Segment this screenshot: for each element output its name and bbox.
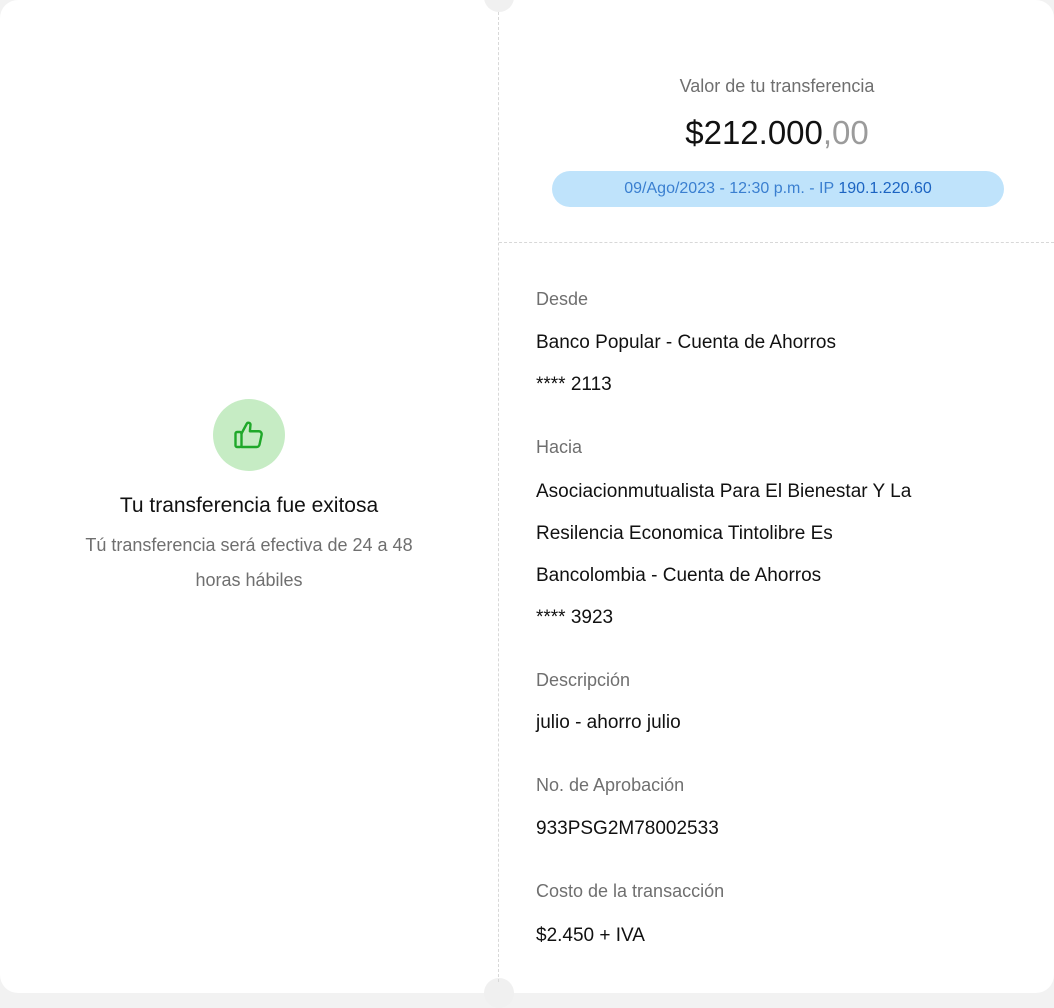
- success-subtitle-line: horas hábiles: [195, 570, 303, 590]
- description-value: julio - ahorro julio: [536, 712, 681, 733]
- amount-integer: $212.000: [685, 114, 823, 151]
- transfer-meta-badge: 09/Ago/2023 - 12:30 p.m. - IP 190.1.220.…: [552, 171, 1004, 207]
- to-name-line2: Resilencia Economica Tintolibre Es: [536, 523, 833, 544]
- vertical-dashed-divider: [498, 12, 499, 982]
- from-account: **** 2113: [536, 374, 612, 395]
- transfer-amount: $212.000,00: [500, 114, 1054, 152]
- to-label: Hacia: [536, 437, 583, 457]
- transfer-datetime: 09/Ago/2023 - 12:30 p.m. - IP: [624, 180, 839, 197]
- success-subtitle: Tú transferencia será efectiva de 24 a 4…: [40, 528, 458, 598]
- from-label: Desde: [536, 289, 589, 309]
- success-title: Tu transferencia fue exitosa: [119, 494, 379, 517]
- success-subtitle-line: Tú transferencia será efectiva de 24 a 4…: [85, 535, 413, 555]
- to-bank: Bancolombia - Cuenta de Ahorros: [536, 565, 822, 586]
- amount-cents: ,00: [822, 114, 869, 151]
- transfer-ip: 190.1.220.60: [838, 180, 932, 197]
- to-account: **** 3923: [536, 607, 614, 628]
- cost-value: $2.450 + IVA: [536, 925, 645, 946]
- cost-label: Costo de la transacción: [536, 881, 725, 901]
- amount-label: Valor de tu transferencia: [679, 76, 875, 96]
- approval-number: 933PSG2M78002533: [536, 818, 719, 839]
- to-name-line1: Asociacionmutualista Para El Bienestar Y…: [536, 481, 912, 502]
- approval-label: No. de Aprobación: [536, 775, 685, 795]
- horizontal-dashed-divider: [499, 242, 1054, 243]
- from-bank: Banco Popular - Cuenta de Ahorros: [536, 332, 836, 353]
- transfer-receipt-card: Tu transferencia fue exitosa Tú transfer…: [0, 0, 1054, 1008]
- description-label: Descripción: [536, 670, 631, 690]
- thumbs-up-icon: [234, 421, 263, 449]
- success-panel: Tu transferencia fue exitosa Tú transfer…: [0, 0, 498, 993]
- success-badge: [213, 399, 285, 471]
